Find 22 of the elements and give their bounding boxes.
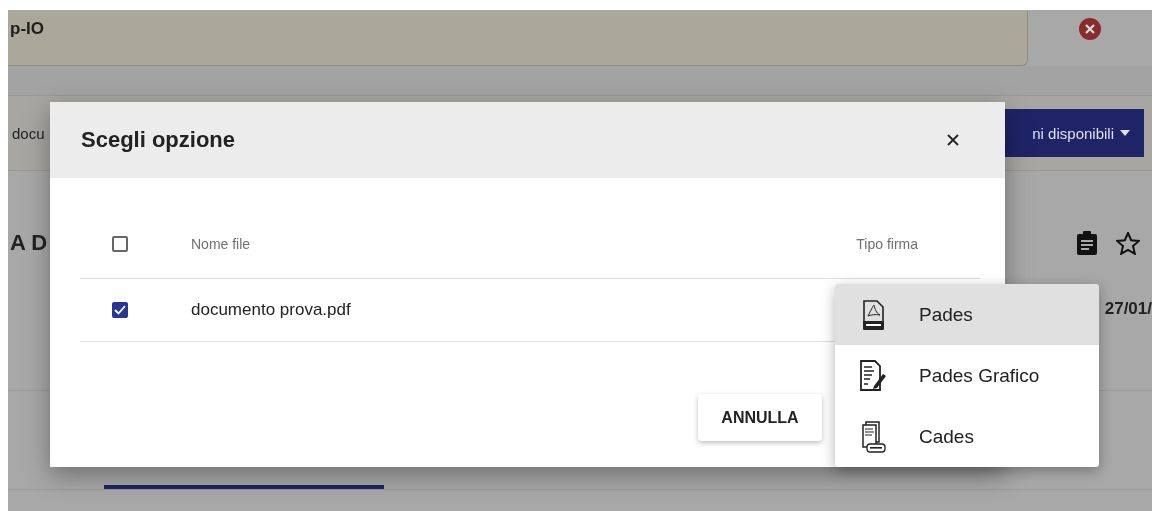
caret-icon [1120, 130, 1130, 136]
signed-document-icon [859, 359, 889, 392]
menu-item[interactable]: Pades [835, 284, 1099, 345]
banner-text: p-IO [10, 18, 44, 39]
column-header: Nome file [191, 236, 252, 252]
row-checkbox[interactable] [112, 302, 128, 318]
dialog-title: Scegli opzione [81, 127, 236, 153]
page-heading: A D [10, 230, 48, 256]
column-header: Tipo firma [856, 236, 918, 252]
toolbar-text: docu [12, 124, 45, 142]
select-all-checkbox[interactable] [112, 236, 128, 252]
menu-item[interactable]: Pades Grafico [835, 345, 1099, 406]
cancel-button[interactable]: ANNULLA [698, 394, 822, 441]
table-cell: documento prova.pdf [191, 300, 351, 320]
close-icon[interactable] [1078, 17, 1102, 41]
star-icon[interactable] [1116, 231, 1140, 255]
close-button[interactable] [947, 134, 959, 146]
clipboard-icon[interactable] [1076, 231, 1098, 255]
date-text: 27/01/ [1104, 299, 1152, 319]
pdf-file-icon [862, 299, 886, 330]
menu-item[interactable]: Cades [835, 406, 1099, 467]
stacked-document-icon [861, 420, 887, 453]
